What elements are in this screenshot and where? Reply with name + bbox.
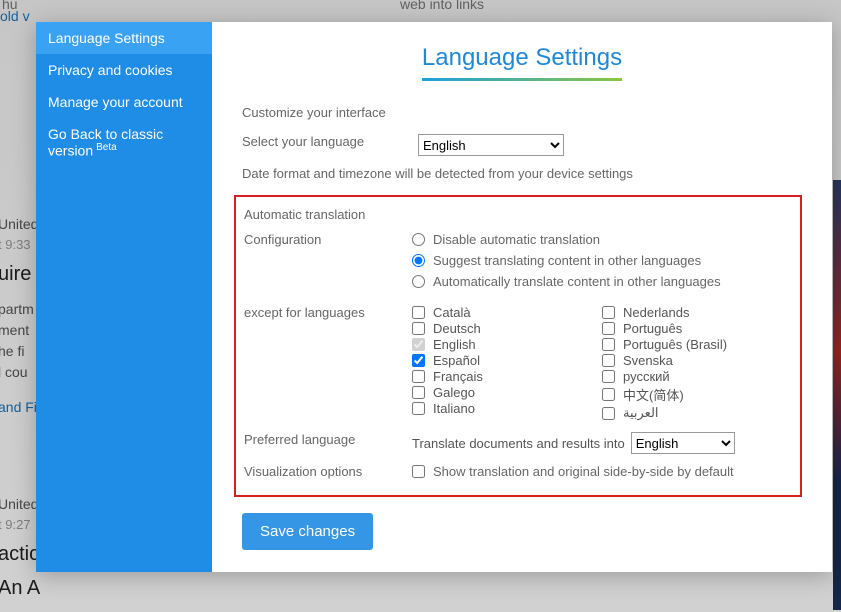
lang-galego[interactable]: Galego [412, 385, 602, 400]
lang-espanol[interactable]: Español [412, 353, 602, 368]
automatic-translation-heading: Automatic translation [236, 207, 792, 222]
radio-auto-input[interactable] [412, 275, 425, 288]
lang-deutsch[interactable]: Deutsch [412, 321, 602, 336]
lang-portugues[interactable]: Português [602, 321, 792, 336]
radio-suggest[interactable]: Suggest translating content in other lan… [412, 253, 792, 268]
sidebar-item-account[interactable]: Manage your account [36, 86, 212, 118]
radio-disable-input[interactable] [412, 233, 425, 246]
sidebar-item-classic[interactable]: Go Back to classic versionBeta [36, 118, 212, 167]
visualization-options-label: Visualization options [236, 464, 412, 479]
page-title: Language Settings [422, 44, 622, 81]
date-note: Date format and timezone will be detecte… [242, 166, 802, 181]
highlight-box: Automatic translation Configuration Disa… [234, 195, 802, 497]
lang-portugues-brasil[interactable]: Português (Brasil) [602, 337, 792, 352]
radio-disable[interactable]: Disable automatic translation [412, 232, 792, 247]
side-by-side-checkbox[interactable]: Show translation and original side-by-si… [412, 464, 792, 479]
lang-russian[interactable]: русский [602, 369, 792, 384]
preferred-language-select[interactable]: English [631, 432, 735, 454]
configuration-label: Configuration [236, 232, 412, 247]
lang-catala[interactable]: Català [412, 305, 602, 320]
settings-modal: Language Settings Privacy and cookies Ma… [36, 22, 832, 572]
lang-nederlands[interactable]: Nederlands [602, 305, 792, 320]
preferred-language-label: Preferred language [236, 432, 412, 447]
lang-italiano[interactable]: Italiano [412, 401, 602, 416]
translate-into-text: Translate documents and results into [412, 436, 625, 451]
except-languages-label: except for languages [236, 305, 412, 320]
lang-chinese[interactable]: 中文(简体) [602, 385, 792, 404]
radio-auto[interactable]: Automatically translate content in other… [412, 274, 792, 289]
settings-main: Language Settings Customize your interfa… [212, 22, 832, 572]
sidebar-item-language-settings[interactable]: Language Settings [36, 22, 212, 54]
settings-sidebar: Language Settings Privacy and cookies Ma… [36, 22, 212, 572]
radio-suggest-input[interactable] [412, 254, 425, 267]
sidebar-item-privacy[interactable]: Privacy and cookies [36, 54, 212, 86]
language-select[interactable]: English [418, 134, 564, 156]
select-language-label: Select your language [242, 134, 418, 149]
lang-svenska[interactable]: Svenska [602, 353, 792, 368]
save-button[interactable]: Save changes [242, 513, 373, 550]
customize-heading: Customize your interface [242, 105, 802, 120]
lang-francais[interactable]: Français [412, 369, 602, 384]
lang-english: English [412, 337, 602, 352]
lang-arabic[interactable]: العربية [602, 405, 792, 421]
